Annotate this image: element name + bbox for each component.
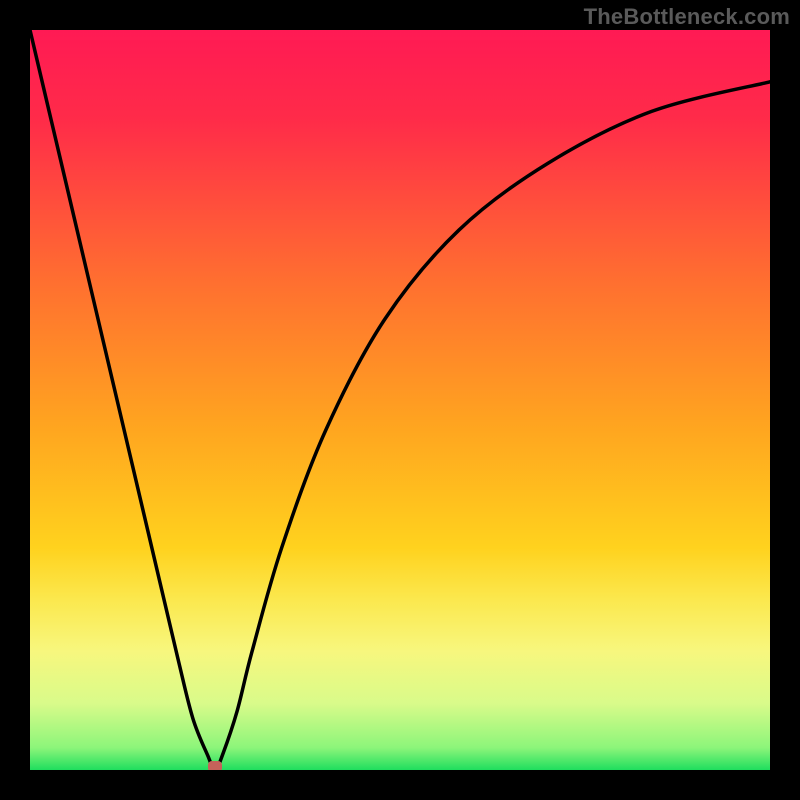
curve-layer — [30, 30, 770, 770]
minimum-marker — [208, 761, 222, 770]
bottleneck-curve — [30, 30, 770, 770]
plot-area — [30, 30, 770, 770]
attribution-text: TheBottleneck.com — [584, 4, 790, 30]
chart-frame: TheBottleneck.com — [0, 0, 800, 800]
